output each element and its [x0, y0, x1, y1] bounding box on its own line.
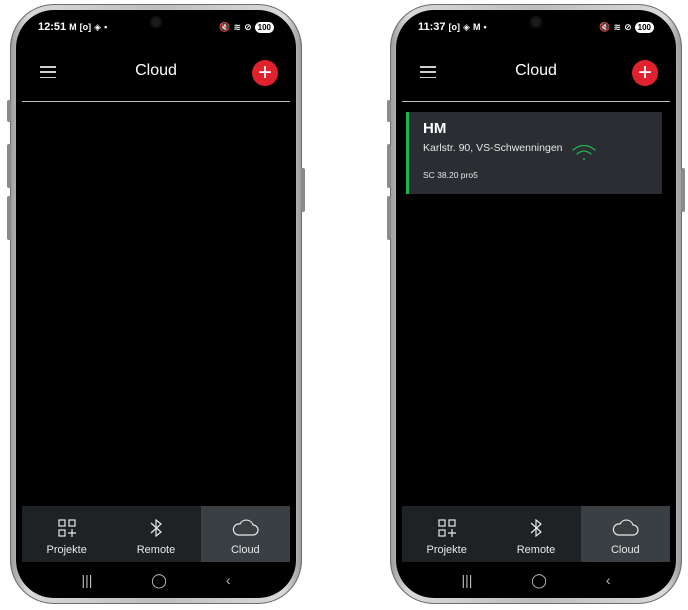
grid-add-icon [57, 516, 77, 540]
cloud-device-card[interactable]: HM Karlstr. 90, VS-Schwenningen SC 38.20… [406, 112, 662, 194]
message-icon: M [69, 22, 77, 32]
header-divider [402, 101, 670, 102]
home-icon[interactable]: ◯ [151, 573, 167, 587]
power-button [681, 168, 685, 212]
battery-icon: 100 [634, 21, 654, 33]
phone-left: 12:51 M [o] ◈ • 🔇 ≋ ⊘ 100 Cloud + Projek… [7, 4, 305, 604]
battery-icon: 100 [254, 21, 274, 33]
back-icon[interactable]: ‹ [226, 573, 231, 587]
phone-right: 11:37 [o] ◈ M • 🔇 ≋ ⊘ 100 Cloud + HM Kar… [387, 4, 685, 604]
nav-remote[interactable]: Remote [111, 506, 200, 562]
nav-label: Projekte [46, 544, 87, 556]
dnd-icon: ⊘ [624, 22, 632, 32]
bixby-button [387, 196, 391, 240]
wifi-icon [571, 142, 597, 162]
wifi-status-icon: ≋ [233, 22, 242, 32]
volume-down-button [7, 144, 11, 188]
dot-icon: • [104, 22, 108, 32]
dnd-icon: ⊘ [244, 22, 252, 32]
screenshot-icon: [o] [448, 22, 461, 32]
screen: 11:37 [o] ◈ M • 🔇 ≋ ⊘ 100 Cloud + HM Kar… [396, 10, 676, 598]
cloud-icon [231, 516, 259, 540]
notification-icon: ◈ [94, 22, 102, 32]
bluetooth-icon [149, 516, 163, 540]
nav-remote[interactable]: Remote [491, 506, 580, 562]
wifi-status-icon: ≋ [613, 22, 622, 32]
dot-icon: • [483, 22, 487, 32]
recents-icon[interactable]: ||| [81, 573, 92, 587]
add-button[interactable]: + [252, 60, 278, 86]
header-divider [22, 101, 290, 102]
app-header: Cloud + [396, 48, 676, 98]
device-address: Karlstr. 90, VS-Schwenningen [423, 142, 563, 154]
mute-icon: 🔇 [599, 22, 611, 32]
device-name: HM [423, 120, 447, 137]
recents-icon[interactable]: ||| [461, 573, 472, 587]
bixby-button [7, 196, 11, 240]
screenshot-icon: [o] [79, 22, 92, 32]
nav-label: Remote [136, 544, 176, 556]
system-nav: ||| ◯ ‹ [16, 572, 296, 588]
back-icon[interactable]: ‹ [606, 573, 611, 587]
home-icon[interactable]: ◯ [531, 573, 547, 587]
status-time: 12:51 [38, 21, 67, 33]
volume-up-button [7, 100, 11, 122]
power-button [301, 168, 305, 212]
bluetooth-icon [529, 516, 543, 540]
notification-icon: ◈ [463, 22, 470, 32]
nav-label: Projekte [426, 544, 467, 556]
nav-cloud[interactable]: Cloud [200, 506, 290, 562]
bottom-nav: Projekte Remote Cloud [402, 506, 670, 562]
gmail-icon: M [472, 22, 481, 32]
mute-icon: 🔇 [219, 22, 231, 32]
grid-add-icon [437, 516, 457, 540]
system-nav: ||| ◯ ‹ [396, 572, 676, 588]
volume-up-button [387, 100, 391, 122]
nav-label: Remote [516, 544, 556, 556]
nav-label: Cloud [610, 544, 640, 556]
status-time: 11:37 [418, 21, 446, 33]
status-bar: 11:37 [o] ◈ M • 🔇 ≋ ⊘ 100 [418, 20, 654, 34]
add-button[interactable]: + [632, 60, 658, 86]
cloud-icon [611, 516, 639, 540]
nav-cloud[interactable]: Cloud [580, 506, 670, 562]
app-header: Cloud + [16, 48, 296, 98]
device-version: SC 38.20 pro5 [423, 170, 478, 180]
bottom-nav: Projekte Remote Cloud [22, 506, 290, 562]
nav-projekte[interactable]: Projekte [402, 506, 491, 562]
nav-projekte[interactable]: Projekte [22, 506, 111, 562]
volume-down-button [387, 144, 391, 188]
nav-label: Cloud [230, 544, 260, 556]
status-bar: 12:51 M [o] ◈ • 🔇 ≋ ⊘ 100 [38, 20, 274, 34]
screen: 12:51 M [o] ◈ • 🔇 ≋ ⊘ 100 Cloud + Projek… [16, 10, 296, 598]
